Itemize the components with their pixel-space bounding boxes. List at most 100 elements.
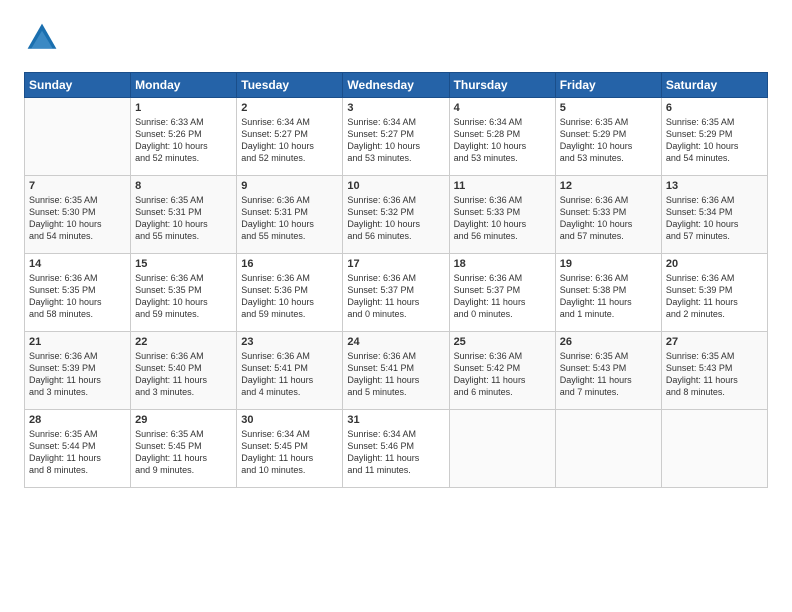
day-content: Sunrise: 6:35 AM Sunset: 5:30 PM Dayligh… <box>29 194 126 243</box>
weekday-header-wednesday: Wednesday <box>343 73 449 98</box>
day-number: 16 <box>241 258 338 270</box>
day-number: 4 <box>454 102 551 114</box>
day-number: 15 <box>135 258 232 270</box>
calendar-cell: 1 Sunrise: 6:33 AM Sunset: 5:26 PM Daylig… <box>131 98 237 176</box>
day-content: Sunrise: 6:36 AM Sunset: 5:39 PM Dayligh… <box>29 350 126 399</box>
day-number: 26 <box>560 336 657 348</box>
calendar-cell: 3 Sunrise: 6:34 AM Sunset: 5:27 PM Daylig… <box>343 98 449 176</box>
calendar-cell: 24 Sunrise: 6:36 AM Sunset: 5:41 PM Dayli… <box>343 332 449 410</box>
day-number: 30 <box>241 414 338 426</box>
day-number: 11 <box>454 180 551 192</box>
day-content: Sunrise: 6:33 AM Sunset: 5:26 PM Dayligh… <box>135 116 232 165</box>
calendar-body: 1 Sunrise: 6:33 AM Sunset: 5:26 PM Daylig… <box>25 98 768 488</box>
day-content: Sunrise: 6:36 AM Sunset: 5:33 PM Dayligh… <box>454 194 551 243</box>
calendar-cell: 6 Sunrise: 6:35 AM Sunset: 5:29 PM Daylig… <box>661 98 767 176</box>
day-number: 2 <box>241 102 338 114</box>
day-number: 3 <box>347 102 444 114</box>
header <box>24 20 768 56</box>
day-number: 14 <box>29 258 126 270</box>
day-number: 22 <box>135 336 232 348</box>
day-content: Sunrise: 6:34 AM Sunset: 5:46 PM Dayligh… <box>347 428 444 477</box>
calendar-week-1: 1 Sunrise: 6:33 AM Sunset: 5:26 PM Daylig… <box>25 98 768 176</box>
calendar-cell: 21 Sunrise: 6:36 AM Sunset: 5:39 PM Dayli… <box>25 332 131 410</box>
day-content: Sunrise: 6:36 AM Sunset: 5:42 PM Dayligh… <box>454 350 551 399</box>
day-number: 31 <box>347 414 444 426</box>
day-content: Sunrise: 6:35 AM Sunset: 5:29 PM Dayligh… <box>666 116 763 165</box>
calendar-cell <box>661 410 767 488</box>
calendar-cell: 9 Sunrise: 6:36 AM Sunset: 5:31 PM Daylig… <box>237 176 343 254</box>
calendar-cell: 15 Sunrise: 6:36 AM Sunset: 5:35 PM Dayli… <box>131 254 237 332</box>
day-number: 8 <box>135 180 232 192</box>
day-number: 23 <box>241 336 338 348</box>
calendar-week-5: 28Sunrise: 6:35 AM Sunset: 5:44 PM Dayli… <box>25 410 768 488</box>
day-content: Sunrise: 6:36 AM Sunset: 5:40 PM Dayligh… <box>135 350 232 399</box>
day-number: 12 <box>560 180 657 192</box>
calendar-table: SundayMondayTuesdayWednesdayThursdayFrid… <box>24 72 768 488</box>
weekday-header-row: SundayMondayTuesdayWednesdayThursdayFrid… <box>25 73 768 98</box>
calendar-cell: 26Sunrise: 6:35 AM Sunset: 5:43 PM Dayli… <box>555 332 661 410</box>
calendar-cell <box>555 410 661 488</box>
calendar-cell: 28Sunrise: 6:35 AM Sunset: 5:44 PM Dayli… <box>25 410 131 488</box>
day-content: Sunrise: 6:35 AM Sunset: 5:43 PM Dayligh… <box>666 350 763 399</box>
weekday-header-monday: Monday <box>131 73 237 98</box>
weekday-header-tuesday: Tuesday <box>237 73 343 98</box>
calendar-cell: 8 Sunrise: 6:35 AM Sunset: 5:31 PM Daylig… <box>131 176 237 254</box>
day-number: 17 <box>347 258 444 270</box>
weekday-header-saturday: Saturday <box>661 73 767 98</box>
calendar-cell: 11 Sunrise: 6:36 AM Sunset: 5:33 PM Dayli… <box>449 176 555 254</box>
day-number: 5 <box>560 102 657 114</box>
calendar-cell: 19Sunrise: 6:36 AM Sunset: 5:38 PM Dayli… <box>555 254 661 332</box>
day-content: Sunrise: 6:36 AM Sunset: 5:31 PM Dayligh… <box>241 194 338 243</box>
calendar-cell <box>25 98 131 176</box>
calendar-cell: 12Sunrise: 6:36 AM Sunset: 5:33 PM Dayli… <box>555 176 661 254</box>
calendar-cell: 5 Sunrise: 6:35 AM Sunset: 5:29 PM Daylig… <box>555 98 661 176</box>
day-content: Sunrise: 6:36 AM Sunset: 5:41 PM Dayligh… <box>241 350 338 399</box>
day-number: 29 <box>135 414 232 426</box>
day-number: 9 <box>241 180 338 192</box>
day-content: Sunrise: 6:36 AM Sunset: 5:37 PM Dayligh… <box>347 272 444 321</box>
calendar-header: SundayMondayTuesdayWednesdayThursdayFrid… <box>25 73 768 98</box>
calendar-cell: 18Sunrise: 6:36 AM Sunset: 5:37 PM Dayli… <box>449 254 555 332</box>
calendar-week-4: 21 Sunrise: 6:36 AM Sunset: 5:39 PM Dayli… <box>25 332 768 410</box>
calendar-cell: 13 Sunrise: 6:36 AM Sunset: 5:34 PM Dayli… <box>661 176 767 254</box>
calendar-cell: 22 Sunrise: 6:36 AM Sunset: 5:40 PM Dayli… <box>131 332 237 410</box>
day-number: 18 <box>454 258 551 270</box>
day-content: Sunrise: 6:35 AM Sunset: 5:29 PM Dayligh… <box>560 116 657 165</box>
calendar-cell: 16 Sunrise: 6:36 AM Sunset: 5:36 PM Dayli… <box>237 254 343 332</box>
calendar-cell: 30Sunrise: 6:34 AM Sunset: 5:45 PM Dayli… <box>237 410 343 488</box>
calendar-cell: 2 Sunrise: 6:34 AM Sunset: 5:27 PM Daylig… <box>237 98 343 176</box>
logo-icon <box>24 20 60 56</box>
logo <box>24 20 66 56</box>
page: SundayMondayTuesdayWednesdayThursdayFrid… <box>0 0 792 612</box>
calendar-cell: 17 Sunrise: 6:36 AM Sunset: 5:37 PM Dayli… <box>343 254 449 332</box>
day-content: Sunrise: 6:36 AM Sunset: 5:36 PM Dayligh… <box>241 272 338 321</box>
day-content: Sunrise: 6:35 AM Sunset: 5:31 PM Dayligh… <box>135 194 232 243</box>
calendar-cell: 20Sunrise: 6:36 AM Sunset: 5:39 PM Dayli… <box>661 254 767 332</box>
day-number: 1 <box>135 102 232 114</box>
day-content: Sunrise: 6:34 AM Sunset: 5:27 PM Dayligh… <box>241 116 338 165</box>
calendar-cell: 27Sunrise: 6:35 AM Sunset: 5:43 PM Dayli… <box>661 332 767 410</box>
calendar-cell: 4Sunrise: 6:34 AM Sunset: 5:28 PM Daylig… <box>449 98 555 176</box>
day-number: 20 <box>666 258 763 270</box>
calendar-cell: 29Sunrise: 6:35 AM Sunset: 5:45 PM Dayli… <box>131 410 237 488</box>
day-content: Sunrise: 6:34 AM Sunset: 5:27 PM Dayligh… <box>347 116 444 165</box>
day-content: Sunrise: 6:36 AM Sunset: 5:41 PM Dayligh… <box>347 350 444 399</box>
day-number: 19 <box>560 258 657 270</box>
weekday-header-thursday: Thursday <box>449 73 555 98</box>
day-number: 10 <box>347 180 444 192</box>
weekday-header-friday: Friday <box>555 73 661 98</box>
day-number: 13 <box>666 180 763 192</box>
calendar-cell: 14 Sunrise: 6:36 AM Sunset: 5:35 PM Dayli… <box>25 254 131 332</box>
day-number: 24 <box>347 336 444 348</box>
calendar-week-3: 14 Sunrise: 6:36 AM Sunset: 5:35 PM Dayli… <box>25 254 768 332</box>
day-number: 6 <box>666 102 763 114</box>
day-number: 7 <box>29 180 126 192</box>
day-number: 25 <box>454 336 551 348</box>
calendar-cell: 25 Sunrise: 6:36 AM Sunset: 5:42 PM Dayli… <box>449 332 555 410</box>
day-content: Sunrise: 6:35 AM Sunset: 5:44 PM Dayligh… <box>29 428 126 477</box>
day-content: Sunrise: 6:36 AM Sunset: 5:35 PM Dayligh… <box>29 272 126 321</box>
day-content: Sunrise: 6:36 AM Sunset: 5:35 PM Dayligh… <box>135 272 232 321</box>
day-content: Sunrise: 6:36 AM Sunset: 5:32 PM Dayligh… <box>347 194 444 243</box>
day-content: Sunrise: 6:36 AM Sunset: 5:34 PM Dayligh… <box>666 194 763 243</box>
day-number: 21 <box>29 336 126 348</box>
